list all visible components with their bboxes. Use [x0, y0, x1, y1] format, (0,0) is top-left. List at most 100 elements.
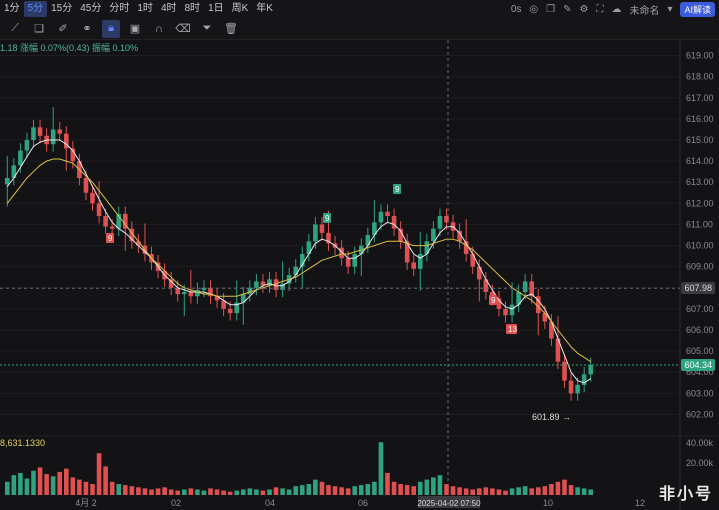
- volume-bar: [221, 490, 226, 495]
- cloud-icon[interactable]: ☁: [611, 4, 621, 15]
- volume-bar: [535, 487, 541, 495]
- volume-bar: [83, 481, 89, 495]
- settings-icon[interactable]: ⚙: [579, 4, 588, 15]
- volume-bar: [529, 488, 535, 495]
- link-icon[interactable]: ⚭: [78, 20, 96, 38]
- image-icon[interactable]: ▣: [126, 20, 144, 38]
- candle-body: [509, 304, 515, 316]
- candle-body: [411, 262, 417, 269]
- volume-bar: [490, 488, 495, 495]
- candle-body: [83, 178, 89, 193]
- time-axis-label: 12: [635, 498, 645, 508]
- price-axis-label: 611.00: [686, 219, 713, 229]
- price-axis-label: 618.00: [686, 72, 714, 82]
- volume-bar: [240, 489, 246, 495]
- layers-icon[interactable]: ❏: [30, 20, 48, 38]
- volume-bar: [155, 488, 161, 495]
- pen-icon[interactable]: ✐: [54, 20, 72, 38]
- timeframe-tab[interactable]: 5分: [23, 1, 48, 17]
- volume-bar: [4, 481, 10, 495]
- candle-body: [385, 211, 390, 216]
- lock-icon[interactable]: 🔒︎: [102, 19, 120, 38]
- layout-name[interactable]: 未命名: [629, 2, 659, 17]
- price-axis-label: 605.00: [686, 346, 714, 356]
- trash-icon[interactable]: 🗑︎: [222, 20, 240, 38]
- candle-body: [391, 216, 397, 229]
- volume-bar: [77, 479, 82, 495]
- price-axis-label: 602.00: [686, 409, 714, 419]
- ai-interpret-button[interactable]: AI解读: [680, 1, 715, 17]
- fullscreen-icon[interactable]: ⛶: [596, 4, 603, 15]
- candle-body: [227, 308, 233, 314]
- volume-bar: [234, 490, 240, 495]
- volume-bar: [175, 490, 181, 495]
- volume-bar: [227, 491, 233, 495]
- candle-body: [181, 292, 187, 295]
- time-axis-label: 10: [543, 498, 553, 508]
- volume-bar: [116, 484, 122, 495]
- edit-icon[interactable]: ✎: [563, 4, 571, 15]
- volume-bar: [109, 481, 115, 495]
- price-axis-label: 614.00: [686, 156, 714, 166]
- candle-body: [254, 281, 259, 288]
- timeframe-tab[interactable]: 1日: [204, 1, 228, 17]
- timeframe-tab[interactable]: 1时: [133, 1, 157, 17]
- volume-bar: [476, 488, 482, 495]
- candle-body: [103, 216, 108, 227]
- candle-body: [575, 384, 580, 394]
- magnet-icon[interactable]: ∩: [150, 20, 168, 38]
- candle-body: [417, 254, 423, 269]
- price-axis-label: 615.00: [686, 135, 714, 145]
- volume-bar: [470, 489, 476, 495]
- timeframe-tab[interactable]: 分时: [105, 1, 133, 17]
- chevron-down-icon[interactable]: ▾: [667, 4, 672, 15]
- timeframe-tab[interactable]: 年K: [252, 1, 277, 17]
- volume-bar: [417, 481, 423, 495]
- candle-body: [57, 129, 63, 134]
- camera-icon[interactable]: ◎: [529, 4, 538, 15]
- volume-bar: [365, 484, 371, 495]
- timeframe-tab[interactable]: 15分: [47, 1, 76, 17]
- volume-bar: [431, 477, 436, 495]
- line-tool-icon[interactable]: ⟋: [6, 20, 24, 38]
- candle-body: [4, 178, 10, 185]
- candle-body: [476, 266, 482, 280]
- filter-icon[interactable]: ⏷: [198, 20, 216, 38]
- volume-bar: [404, 485, 410, 495]
- price-axis-label: 619.00: [686, 51, 714, 61]
- candle-body: [96, 203, 102, 216]
- volume-bar: [122, 485, 128, 495]
- candle-body: [18, 150, 23, 166]
- volume-bar: [437, 475, 443, 495]
- volume-bar: [568, 485, 574, 495]
- volume-bar: [457, 487, 462, 495]
- copy-icon[interactable]: ❐: [546, 4, 555, 15]
- candle-body: [319, 224, 325, 233]
- candle-body: [345, 258, 351, 267]
- volume-bar: [358, 485, 364, 495]
- volume-bar: [483, 487, 489, 495]
- volume-bar: [588, 489, 594, 495]
- volume-bar: [444, 484, 449, 495]
- price-axis-label: 613.00: [686, 177, 714, 187]
- timeframe-tab[interactable]: 4时: [157, 1, 181, 17]
- td-marker-label: 9: [325, 214, 330, 223]
- volume-bar: [168, 489, 174, 495]
- timeframe-tab[interactable]: 45分: [76, 1, 105, 17]
- candle-body: [365, 235, 371, 246]
- volume-bar: [70, 477, 76, 495]
- candlestick-chart[interactable]: 619.00 618.00 617.00 616.00 615.00 614.00 613.…: [0, 40, 719, 510]
- eraser-icon[interactable]: ⌫: [174, 20, 192, 38]
- timeframe-tab[interactable]: 周K: [228, 1, 253, 17]
- timeframe-tab[interactable]: 1分: [0, 1, 24, 17]
- volume-bar: [149, 489, 154, 495]
- volume-bar: [575, 487, 580, 495]
- volume-bar: [11, 475, 17, 495]
- price-axis-label: 612.00: [686, 198, 714, 208]
- volume-bar: [18, 473, 23, 495]
- timeframe-tab[interactable]: 8时: [181, 1, 205, 17]
- volume-bar: [37, 467, 43, 495]
- volume-bar: [345, 488, 351, 495]
- countdown-label: 0s: [510, 3, 522, 15]
- volume-bar: [542, 486, 548, 495]
